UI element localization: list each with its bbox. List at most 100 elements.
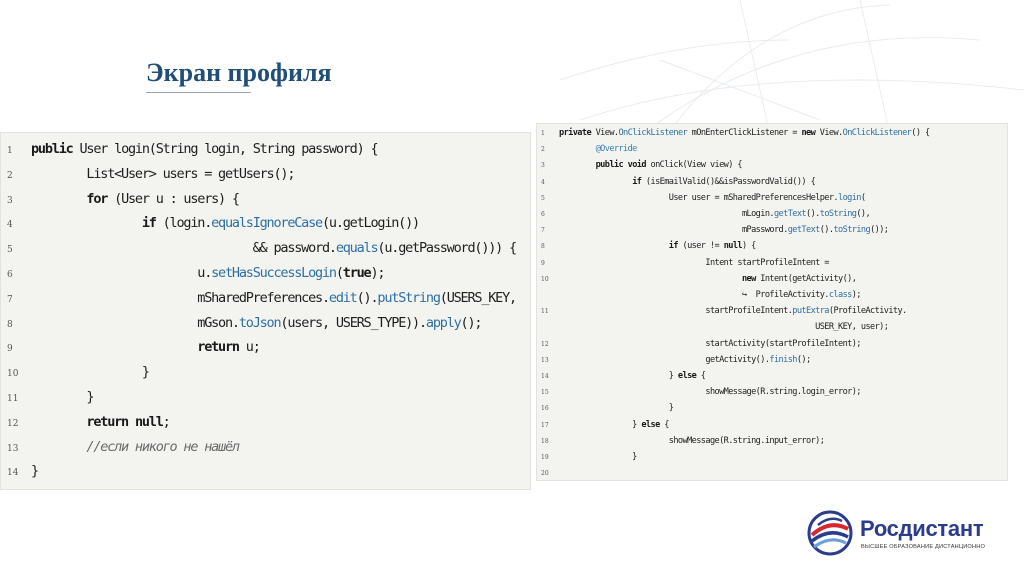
line-number: 18 (541, 437, 549, 445)
code-line: 13 getActivity().finish(); (537, 355, 1007, 371)
code-line: 12 return null; (1, 414, 530, 439)
line-number: 15 (541, 389, 549, 397)
code-text: if (user != null) { (668, 241, 757, 252)
line-number: 13 (7, 443, 19, 454)
code-text: new Intent(getActivity(), (741, 273, 857, 284)
line-number: 4 (7, 220, 13, 231)
line-number: 2 (541, 146, 545, 154)
code-line: 9 return u; (1, 339, 530, 364)
code-text: @Override (595, 144, 638, 155)
line-number: 10 (541, 275, 549, 283)
line-number: 9 (7, 344, 13, 355)
code-text: } (31, 463, 39, 480)
line-number: 14 (541, 373, 549, 380)
code-line: 14} (1, 463, 530, 488)
code-text: } (559, 452, 637, 462)
code-text: showMessage(R.string.login_error); (559, 387, 861, 398)
line-number: 5 (541, 194, 545, 202)
code-text: for (User u : users) { (86, 190, 240, 207)
code-text: && password.equals(u.getPassword())) { (31, 240, 517, 257)
code-text: u.setHasSuccessLogin(true); (31, 265, 385, 281)
line-number: 19 (541, 454, 549, 461)
code-panel-onclick: 1 private View.OnClickListener mOnEnterCl… (536, 123, 1008, 481)
code-line: 18 showMessage(R.string.input_error); (537, 436, 1007, 452)
code-line: 6 mLogin.getText().toString(), (537, 209, 1007, 225)
code-line: 1 public User login(String login, String … (1, 141, 530, 166)
line-number: 12 (7, 418, 19, 429)
code-line: 15 showMessage(R.string.login_error); (537, 387, 1007, 403)
line-number: 13 (541, 356, 549, 364)
line-number: 16 (541, 405, 549, 413)
title-underline (146, 92, 251, 93)
code-line: 3 for (User u : users) { (1, 191, 530, 216)
code-text: } (559, 403, 674, 414)
code-text: if (isEmailValid()&&isPasswordValid()) { (632, 176, 816, 187)
code-text: //если никого не нашёл (86, 438, 240, 455)
code-line: 8 if (user != null) { (537, 241, 1007, 257)
line-number: 12 (541, 340, 549, 348)
line-number: 5 (7, 245, 13, 256)
code-text: public void onClick(View view) { (595, 160, 743, 171)
code-text: showMessage(R.string.input_error); (559, 435, 825, 446)
code-text: ↪ ProfileActivity.class); (559, 290, 862, 300)
code-line: 20 (537, 468, 1007, 484)
code-text: USER_KEY, user); (559, 322, 889, 333)
line-number: 4 (541, 178, 545, 186)
code-line: 2 List<User> users = getUsers(); (1, 166, 530, 191)
code-line: 7 mPassword.getText().toString()); (537, 225, 1007, 241)
code-text: mGson.toJson(users, USERS_TYPE)).apply()… (31, 314, 482, 331)
line-number: 6 (541, 211, 545, 218)
code-line: 6 u.setHasSuccessLogin(true); (1, 265, 530, 290)
code-text: public User login(String login, String p… (31, 141, 379, 157)
code-text: } (31, 389, 94, 405)
code-line: 13 //если никого не нашёл (1, 439, 530, 464)
code-text: List<User> users = getUsers(); (31, 165, 295, 182)
line-number: 10 (7, 369, 19, 380)
code-line: 14 } else { (537, 371, 1007, 387)
code-line: USER_KEY, user); (537, 322, 1007, 338)
code-text: return null; (86, 413, 170, 430)
rosdistant-logo-icon (807, 510, 853, 556)
code-text: return u; (197, 339, 261, 356)
line-number: 17 (541, 421, 549, 429)
code-panel-login: 1 public User login(String login, String … (0, 132, 531, 490)
code-line: 17 } else { (537, 420, 1007, 436)
code-line: 10 new Intent(getActivity(), (537, 274, 1007, 290)
line-number: 14 (7, 468, 19, 479)
code-line: 11 startProfileIntent.putExtra(ProfileAc… (537, 306, 1007, 322)
code-line: 2 @Override (537, 144, 1007, 160)
line-number: 3 (541, 162, 545, 170)
code-text: Intent startProfileIntent = (559, 257, 829, 268)
line-number: 1 (541, 130, 545, 137)
line-number: 7 (541, 227, 545, 235)
code-line: 9 Intent startProfileIntent = (537, 258, 1007, 274)
line-number: 1 (7, 146, 13, 156)
code-line: 1 private View.OnClickListener mOnEnterCl… (537, 128, 1007, 144)
code-line: 3 public void onClick(View view) { (537, 160, 1007, 176)
logo-tagline: ВЫСШЕЕ ОБРАЗОВАНИЕ ДИСТАНЦИОННО (861, 544, 986, 550)
line-number: 7 (7, 294, 13, 305)
code-text: mLogin.getText().toString(), (559, 209, 871, 219)
code-line: 10 } (1, 364, 530, 389)
code-text: mSharedPreferences.edit().putString(USER… (31, 289, 517, 306)
code-text: startProfileIntent.putExtra(ProfileActiv… (559, 306, 907, 317)
code-line: 19 } (537, 452, 1007, 468)
line-number: 20 (541, 470, 549, 478)
code-line: 4 if (login.equalsIgnoreCase(u.getLogin(… (1, 215, 530, 240)
code-line: 11 } (1, 389, 530, 414)
rosdistant-logo: Росдистант ВЫСШЕЕ ОБРАЗОВАНИЕ ДИСТАНЦИОН… (806, 509, 996, 559)
code-text: if (login.equalsIgnoreCase(u.getLogin()) (141, 215, 420, 232)
code-line: ↪ ProfileActivity.class); (537, 290, 1007, 306)
line-number: 9 (541, 259, 545, 267)
code-text: mPassword.getText().toString()); (559, 225, 889, 236)
code-line: 7 mSharedPreferences.edit().putString(US… (1, 290, 530, 315)
code-text: } (31, 364, 150, 381)
line-number: 3 (7, 195, 13, 206)
line-number: 11 (541, 308, 549, 316)
line-number: 8 (7, 319, 13, 330)
line-number: 8 (541, 243, 545, 251)
code-line: 8 mGson.toJson(users, USERS_TYPE)).apply… (1, 315, 530, 340)
code-line: 12 startActivity(startProfileIntent); (537, 339, 1007, 355)
code-text: private View.OnClickListener mOnEnterCli… (559, 128, 930, 138)
code-text: } else { (559, 419, 669, 430)
